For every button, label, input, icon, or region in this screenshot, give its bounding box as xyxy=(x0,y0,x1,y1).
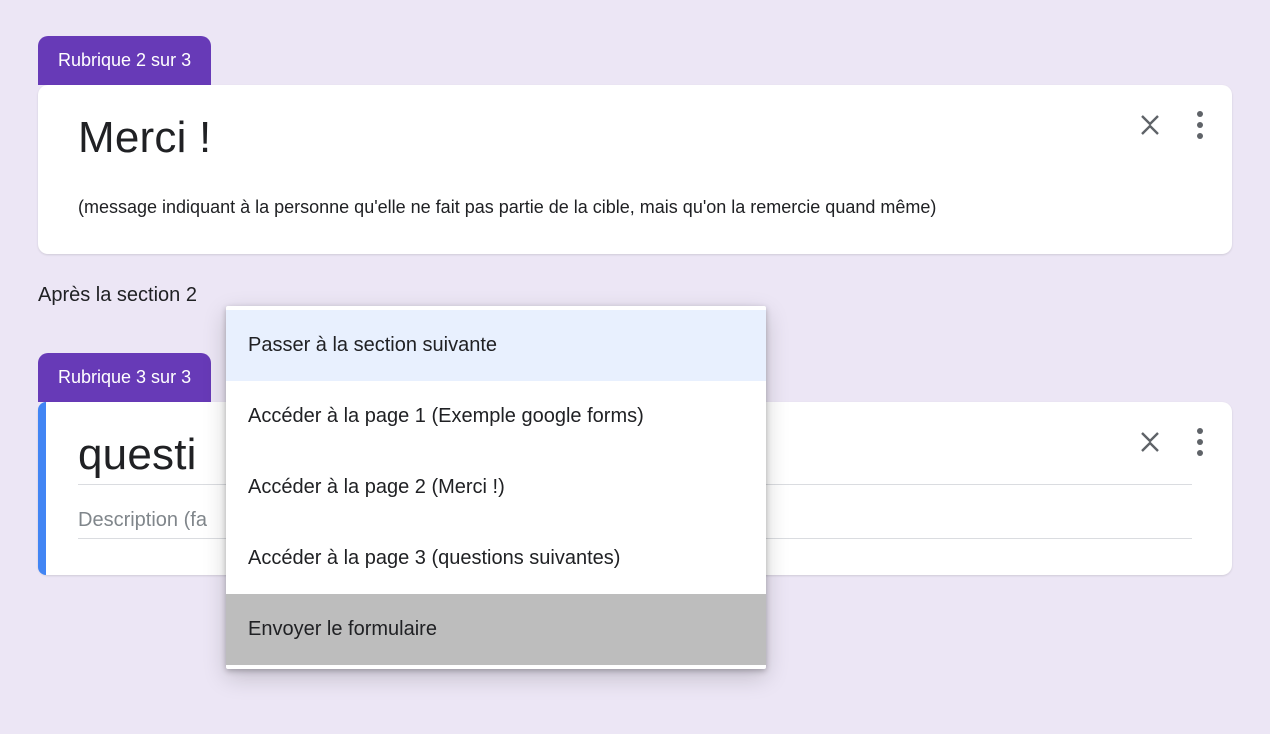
menu-item-page-1[interactable]: Accéder à la page 1 (Exemple google form… xyxy=(226,381,766,452)
menu-item-submit-form[interactable]: Envoyer le formulaire xyxy=(226,594,766,665)
more-vert-icon[interactable] xyxy=(1196,428,1204,456)
after-section-label: Après la section 2 xyxy=(38,284,1270,307)
after-section-dropdown: Passer à la section suivante Accéder à l… xyxy=(226,306,766,669)
more-vert-icon[interactable] xyxy=(1196,111,1204,139)
menu-item-next-section[interactable]: Passer à la section suivante xyxy=(226,310,766,381)
collapse-icon[interactable] xyxy=(1140,428,1160,456)
section-description[interactable]: (message indiquant à la personne qu'elle… xyxy=(78,197,1192,218)
section-tab-3: Rubrique 3 sur 3 xyxy=(38,353,211,402)
section-title[interactable]: Merci ! xyxy=(78,113,1192,163)
section-tab-2: Rubrique 2 sur 3 xyxy=(38,36,211,85)
collapse-icon[interactable] xyxy=(1140,111,1160,139)
menu-item-page-2[interactable]: Accéder à la page 2 (Merci !) xyxy=(226,452,766,523)
section-card-2: Merci ! (message indiquant à la personne… xyxy=(38,85,1232,254)
menu-item-page-3[interactable]: Accéder à la page 3 (questions suivantes… xyxy=(226,523,766,594)
